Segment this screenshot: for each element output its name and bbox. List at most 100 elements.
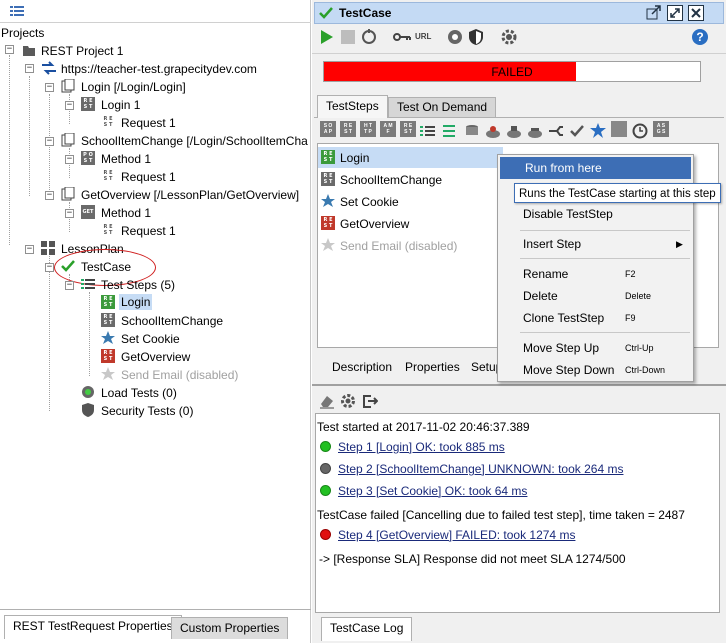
step-login[interactable]: Login [340, 150, 369, 166]
collapse-toggle[interactable]: − [45, 137, 54, 146]
eraser-icon[interactable] [319, 393, 335, 409]
tab-test-on-demand[interactable]: Test On Demand [388, 97, 497, 117]
collapse-toggle[interactable]: − [65, 101, 74, 110]
add-amf-step-icon[interactable]: A MF [380, 121, 396, 137]
toolbar-divider [312, 53, 726, 54]
tab-testcase-log[interactable]: TestCase Log [321, 617, 413, 641]
rest-step-icon: R ES T [321, 150, 335, 164]
add-mock-response-icon[interactable] [611, 121, 627, 137]
menu-move-step-down[interactable]: Move Step Down Ctrl-Down [498, 359, 693, 381]
tree-line [9, 55, 10, 245]
tab-rest-testrequest-properties[interactable]: REST TestRequest Properties [4, 615, 182, 639]
collapse-toggle[interactable]: − [45, 191, 54, 200]
add-jdbc-step-icon[interactable]: R ES T [400, 121, 416, 137]
menu-clone-teststep[interactable]: Clone TestStep F9 [498, 307, 693, 329]
export-icon[interactable] [362, 393, 379, 409]
splitter[interactable] [312, 384, 726, 386]
shield-icon[interactable] [467, 28, 485, 46]
tree-step[interactable]: Set Cookie [121, 331, 180, 347]
add-manual-step-icon[interactable] [590, 121, 606, 138]
add-run-testcase-icon[interactable] [569, 121, 585, 137]
tree-request[interactable]: Request 1 [121, 169, 176, 185]
tree-load-tests[interactable]: Load Tests (0) [101, 385, 177, 401]
collapse-toggle[interactable]: − [25, 64, 34, 73]
step-item[interactable]: Set Cookie [340, 194, 399, 210]
tree-method[interactable]: Method 1 [101, 151, 151, 167]
rest-method-icon: P OS T [81, 151, 95, 165]
add-transfer-icon[interactable] [441, 121, 457, 137]
key-icon[interactable] [393, 28, 411, 46]
menu-label: Delete [523, 289, 558, 303]
tree-security-tests[interactable]: Security Tests (0) [101, 403, 193, 419]
log-step-link[interactable]: Step 3 [Set Cookie] OK: took 64 ms [338, 483, 527, 499]
collapse-toggle[interactable]: − [65, 281, 74, 290]
gear-icon[interactable] [340, 393, 356, 409]
add-goto-icon[interactable] [527, 121, 543, 138]
menu-disable-teststep[interactable]: Disable TestStep [498, 203, 693, 225]
list-view-icon[interactable] [10, 5, 24, 17]
add-datasource-icon[interactable] [464, 121, 480, 137]
maximize-icon[interactable] [667, 5, 683, 21]
add-groovy-icon[interactable] [485, 121, 501, 138]
tree-step[interactable]: GetOverview [121, 349, 190, 365]
collapse-toggle[interactable]: − [45, 263, 54, 272]
stop-icon[interactable] [339, 28, 357, 46]
detach-icon[interactable] [646, 5, 662, 21]
tab-properties[interactable]: Properties [405, 359, 460, 375]
rest-step-icon: R ES T [101, 349, 115, 363]
help-icon[interactable]: ? [691, 28, 709, 46]
add-delay-icon[interactable] [548, 121, 564, 137]
url-button[interactable]: URL [415, 28, 433, 46]
tree-method[interactable]: Method 1 [101, 205, 151, 221]
collapse-toggle[interactable]: − [5, 45, 14, 54]
tree-resource-getoverview[interactable]: GetOverview [/LessonPlan/GetOverview] [81, 187, 299, 203]
log-step-link[interactable]: Step 4 [GetOverview] FAILED: took 1274 m… [338, 527, 575, 543]
collapse-toggle[interactable]: − [45, 83, 54, 92]
add-properties-icon[interactable] [506, 121, 522, 138]
menu-label: Move Step Down [523, 363, 615, 377]
close-icon[interactable] [688, 5, 704, 21]
add-delay-clock-icon[interactable] [632, 121, 648, 139]
collapse-toggle[interactable]: − [25, 245, 34, 254]
tab-custom-properties[interactable]: Custom Properties [171, 617, 289, 639]
add-rest-step-icon[interactable]: R ES T [340, 121, 356, 137]
tree-resource-schoolitemchange[interactable]: SchoolItemChange [/Login/SchoolItemCha [81, 133, 308, 149]
shield-icon [81, 403, 95, 417]
menu-rename[interactable]: Rename F2 [498, 263, 693, 285]
resource-icon [61, 132, 75, 147]
tab-description[interactable]: Description [332, 359, 392, 375]
menu-run-from-here[interactable]: Run from here [500, 157, 691, 179]
tree-step-login[interactable]: Login [119, 294, 153, 310]
tree-step[interactable]: SchoolItemChange [121, 313, 223, 329]
tree-project[interactable]: REST Project 1 [41, 43, 123, 59]
gauge-icon[interactable] [446, 28, 464, 46]
run-icon[interactable] [318, 28, 336, 46]
add-soap-step-icon[interactable]: S OA P [320, 121, 336, 137]
add-jms-step-icon[interactable]: A SG S [653, 121, 669, 137]
menu-move-step-up[interactable]: Move Step Up Ctrl-Up [498, 337, 693, 359]
step-item[interactable]: GetOverview [340, 216, 409, 232]
test-suite-icon [41, 241, 55, 255]
collapse-toggle[interactable]: − [65, 209, 74, 218]
step-item[interactable]: SchoolItemChange [340, 172, 442, 188]
add-http-step-icon[interactable]: H TT P [360, 121, 376, 137]
tree-request[interactable]: Request 1 [121, 223, 176, 239]
collapse-toggle[interactable]: − [65, 155, 74, 164]
log-step-link[interactable]: Step 2 [SchoolItemChange] UNKNOWN: took … [338, 461, 623, 477]
tree-request[interactable]: Request 1 [121, 115, 176, 131]
tree-test-steps[interactable]: Test Steps (5) [101, 277, 175, 293]
add-steps-list-icon[interactable] [420, 121, 436, 137]
tree-method[interactable]: Login 1 [101, 97, 140, 113]
tree-service[interactable]: https://teacher-test.grapecitydev.com [61, 61, 257, 77]
step-item-disabled[interactable]: Send Email (disabled) [340, 238, 457, 254]
star-icon [101, 331, 115, 345]
loop-icon[interactable] [360, 28, 378, 46]
star-icon [321, 194, 335, 208]
log-step-link[interactable]: Step 1 [Login] OK: took 885 ms [338, 439, 505, 455]
menu-insert-step[interactable]: Insert Step ▶ [498, 233, 693, 255]
menu-delete[interactable]: Delete Delete [498, 285, 693, 307]
gear-icon[interactable] [500, 28, 518, 46]
tree-step-disabled[interactable]: Send Email (disabled) [121, 367, 238, 383]
tab-teststeps[interactable]: TestSteps [317, 95, 388, 118]
tree-resource-login[interactable]: Login [/Login/Login] [81, 79, 186, 95]
